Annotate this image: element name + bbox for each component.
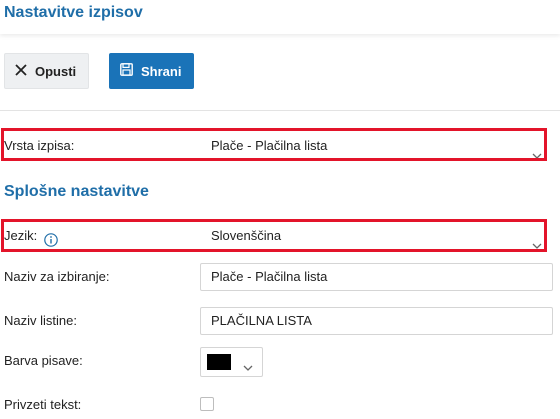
color-swatch	[207, 354, 231, 370]
language-label: Jezik:	[4, 228, 38, 243]
selection-name-input[interactable]: Plače - Plačilna lista	[200, 263, 553, 291]
document-name-input[interactable]: PLAČILNA LISTA	[200, 307, 553, 335]
save-button[interactable]: Shrani	[109, 53, 194, 89]
default-text-label: Privzeti tekst:	[4, 397, 82, 412]
language-value: Slovenščina	[211, 228, 282, 243]
toolbar: Opusti Shrani	[0, 53, 560, 89]
page-title: Nastavitve izpisov	[4, 4, 143, 21]
close-icon	[15, 63, 27, 79]
cancel-button-label: Opusti	[35, 63, 77, 79]
language-label-wrap: Jezik:	[4, 222, 59, 250]
info-icon[interactable]	[44, 229, 59, 247]
document-name-row: Naziv listine: PLAČILNA LISTA	[0, 307, 560, 335]
font-color-picker[interactable]	[200, 347, 263, 377]
toolbar-divider	[0, 110, 560, 111]
selection-name-label: Naziv za izbiranje:	[4, 269, 110, 284]
chevron-down-icon	[532, 232, 542, 258]
cancel-button[interactable]: Opusti	[4, 53, 89, 89]
print-type-row: Vrsta izpisa: Plače - Plačilna lista	[0, 132, 560, 160]
chevron-down-icon	[532, 142, 542, 168]
document-name-label: Naziv listine:	[4, 313, 77, 328]
print-type-select[interactable]: Plače - Plačilna lista	[200, 132, 553, 160]
font-color-label: Barva pisave:	[4, 353, 83, 368]
font-color-row: Barva pisave:	[0, 347, 560, 377]
print-type-value: Plače - Plačilna lista	[211, 138, 328, 153]
page-header: Nastavitve izpisov	[0, 0, 560, 34]
default-text-row: Privzeti tekst:	[0, 391, 560, 419]
save-button-label: Shrani	[141, 63, 182, 79]
general-settings-title: Splošne nastavitve	[4, 183, 149, 200]
print-type-label: Vrsta izpisa:	[4, 138, 75, 153]
default-text-checkbox[interactable]	[200, 397, 214, 411]
language-select[interactable]: Slovenščina	[200, 222, 553, 250]
chevron-down-icon	[243, 358, 253, 376]
floppy-disk-icon	[120, 63, 133, 79]
language-row: Jezik: Slovenščina	[0, 222, 560, 250]
selection-name-row: Naziv za izbiranje: Plače - Plačilna lis…	[0, 263, 560, 291]
